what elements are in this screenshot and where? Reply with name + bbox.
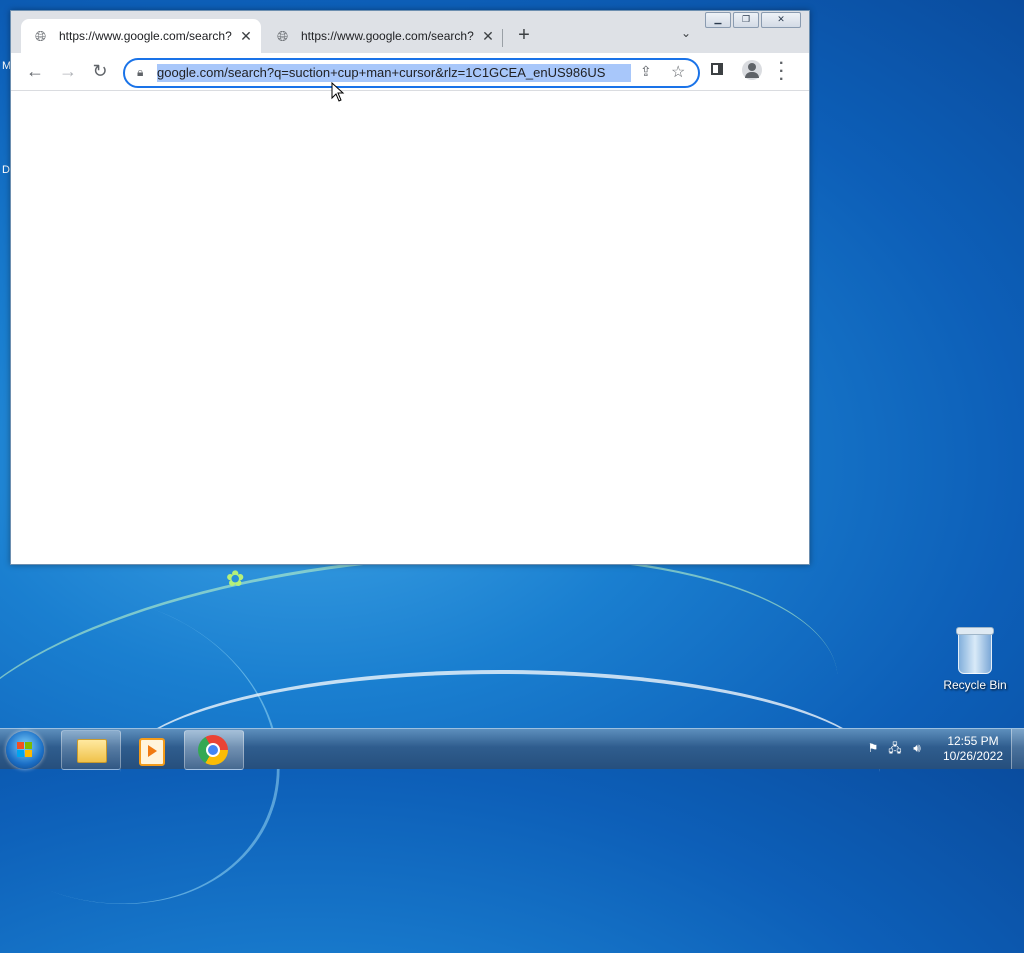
minimize-button[interactable]: ▁	[705, 12, 731, 28]
show-desktop-button[interactable]	[1011, 729, 1024, 769]
network-icon[interactable]: 🖧︎	[888, 741, 902, 755]
share-icon[interactable]: ⇪	[640, 63, 652, 80]
lock-icon[interactable]: 🔒︎	[137, 65, 143, 80]
chrome-window: ▁ ❐ ✕ 🌐︎ https://www.google.com/search? …	[10, 10, 810, 565]
address-bar-url[interactable]: google.com/search?q=suction+cup+man+curs…	[157, 64, 631, 82]
mouse-cursor-icon	[331, 82, 345, 102]
kebab-menu-icon[interactable]: · · ·	[779, 56, 784, 88]
close-tab-icon[interactable]: ✕	[237, 28, 255, 45]
recycle-bin-label: Recycle Bin	[943, 678, 1007, 692]
tab-inactive[interactable]: 🌐︎ https://www.google.com/search? ✕	[263, 19, 503, 53]
page-content	[11, 91, 809, 564]
windows-logo-icon	[17, 742, 33, 758]
close-window-button[interactable]: ✕	[761, 12, 801, 28]
profile-icon[interactable]	[742, 60, 762, 80]
browser-toolbar: ← → ↻ 🔒︎ google.com/search?q=suction+cup…	[11, 53, 809, 91]
taskbar-chrome-button[interactable]	[184, 730, 244, 770]
action-center-flag-icon[interactable]: ⚑	[866, 741, 880, 755]
tab-active[interactable]: 🌐︎ https://www.google.com/search? ✕	[21, 19, 261, 53]
folder-icon	[77, 739, 107, 763]
recycle-bin[interactable]: Recycle Bin	[940, 627, 1010, 692]
clock-date: 10/26/2022	[942, 749, 1004, 763]
new-tab-button[interactable]: +	[514, 25, 534, 45]
tab-title: https://www.google.com/search?	[59, 29, 232, 43]
recycle-bin-icon	[956, 627, 994, 674]
tab-search-chevron-icon[interactable]: ⌄	[681, 26, 691, 40]
system-tray: ⚑ 🖧︎ 🔊︎	[866, 741, 924, 755]
media-player-icon	[139, 738, 165, 766]
start-button[interactable]	[6, 731, 44, 769]
clock-time: 12:55 PM	[947, 734, 999, 748]
globe-icon: 🌐︎	[277, 28, 289, 44]
back-button[interactable]: ←	[25, 61, 45, 81]
address-bar[interactable]: 🔒︎ google.com/search?q=suction+cup+man+c…	[123, 58, 700, 88]
tab-title: https://www.google.com/search?	[301, 29, 474, 43]
wallpaper-leaf-icon: ✿	[226, 566, 245, 591]
taskbar: ⚑ 🖧︎ 🔊︎ 12:55 PM 10/26/2022	[0, 728, 1024, 770]
wallpaper-swoosh	[120, 670, 880, 874]
side-panel-icon[interactable]	[711, 63, 723, 75]
window-controls: ▁ ❐ ✕	[705, 12, 801, 28]
desktop-partial-label: D	[2, 164, 10, 176]
clock[interactable]: 12:55 PM 10/26/2022	[938, 734, 1008, 764]
star-icon[interactable]: ☆	[671, 62, 685, 82]
taskbar-media-player-button[interactable]	[122, 730, 182, 770]
volume-icon[interactable]: 🔊︎	[910, 741, 924, 755]
restore-button[interactable]: ❐	[733, 12, 759, 28]
close-tab-icon[interactable]: ✕	[479, 28, 497, 45]
chrome-icon	[198, 735, 228, 765]
tab-strip: ▁ ❐ ✕ 🌐︎ https://www.google.com/search? …	[11, 11, 809, 53]
reload-button[interactable]: ↻	[90, 61, 110, 81]
forward-button[interactable]: →	[58, 61, 78, 81]
taskbar-explorer-button[interactable]	[61, 730, 121, 770]
globe-icon: 🌐︎	[35, 28, 47, 44]
